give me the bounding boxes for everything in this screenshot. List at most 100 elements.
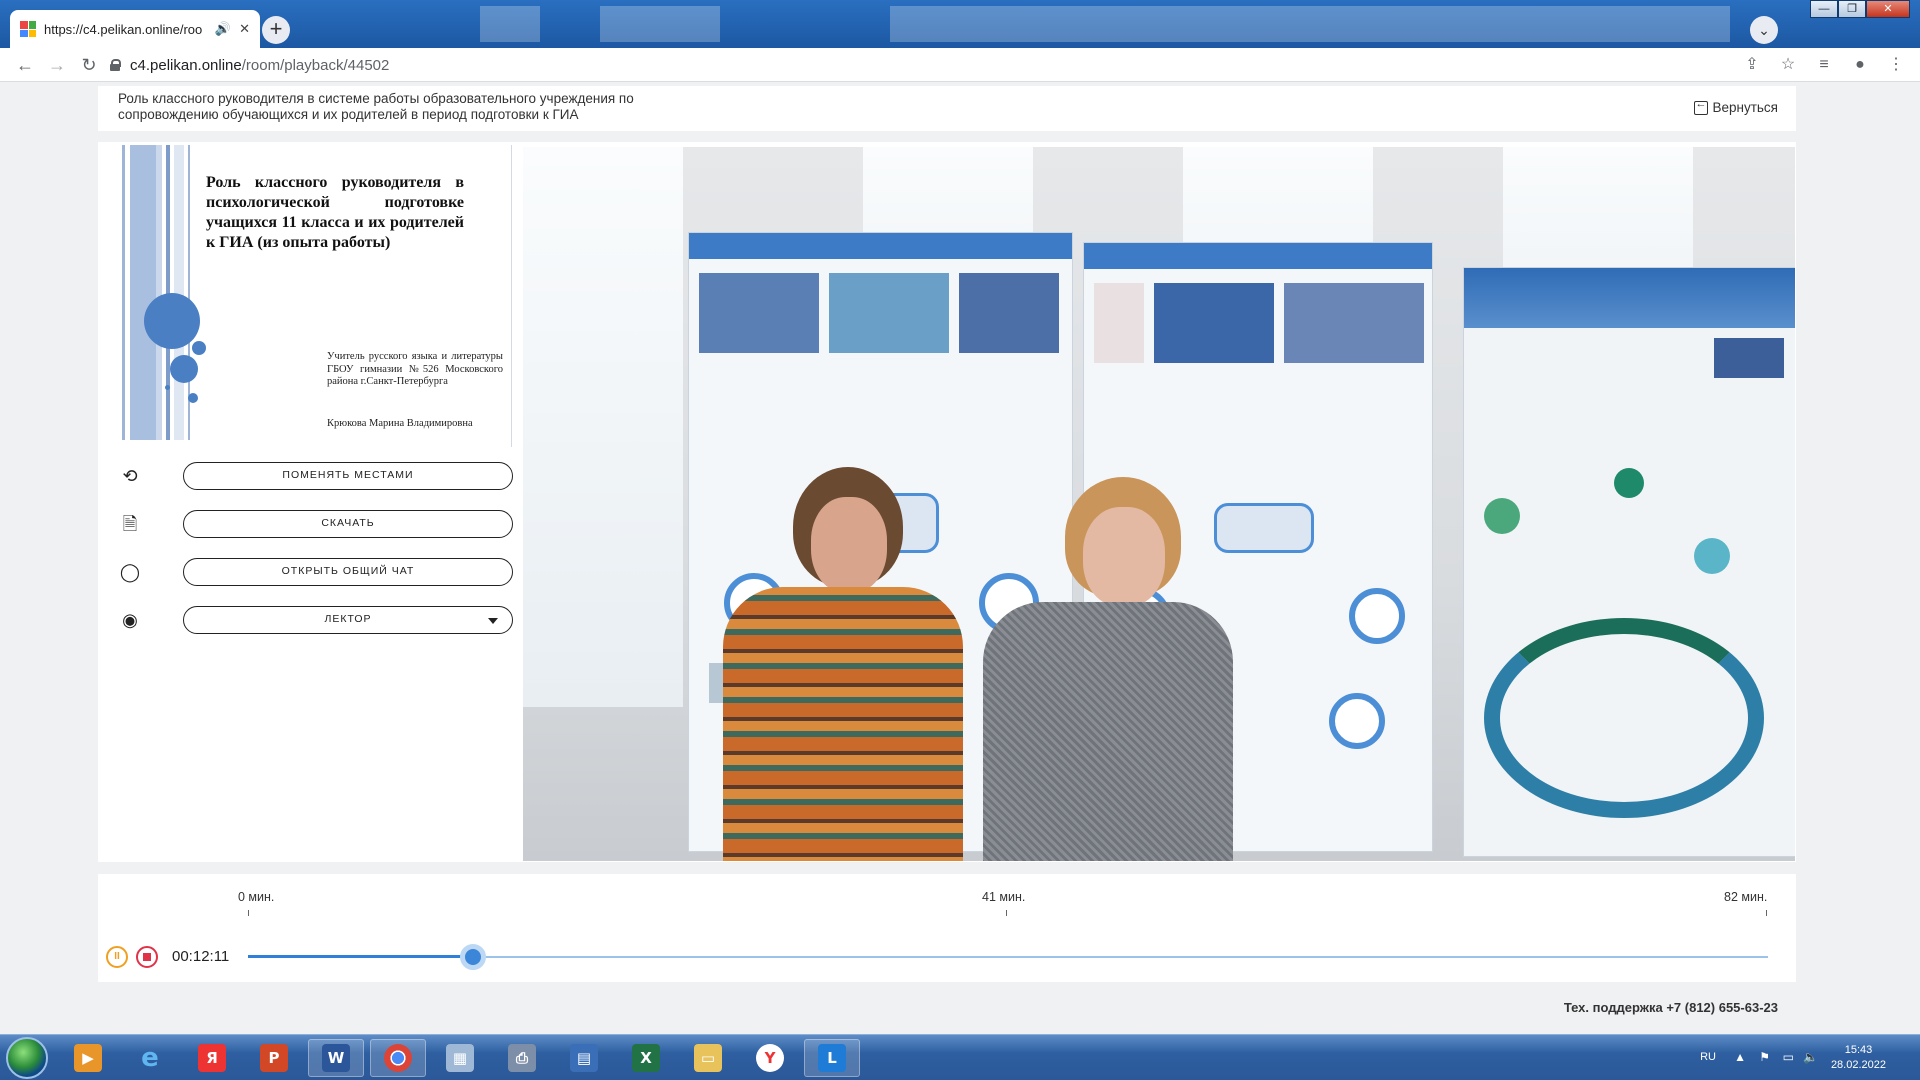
yandex-icon[interactable]: Y bbox=[742, 1039, 798, 1077]
slide-decor-circle bbox=[188, 393, 198, 403]
document-icon: 🗎 bbox=[122, 514, 138, 534]
tick-label: 82 мин. bbox=[1724, 890, 1768, 904]
reading-list-icon[interactable]: ≡ bbox=[1814, 52, 1834, 78]
video-speaker-left bbox=[723, 467, 963, 861]
lecturer-select-value: ЛЕКТОР bbox=[324, 613, 372, 625]
video-window-light bbox=[523, 147, 683, 707]
menu-kebab-icon[interactable]: ⋮ bbox=[1886, 52, 1906, 78]
slide-author: Учитель русского языка и литературы ГБОУ… bbox=[327, 351, 503, 387]
maximize-button[interactable]: ❐ bbox=[1838, 0, 1866, 18]
file-explorer-icon[interactable]: ▭ bbox=[680, 1039, 736, 1077]
url-text: c4.pelikan.online/room/playback/44502 bbox=[130, 56, 390, 74]
slide-presenter-name: Крюкова Марина Владимировна bbox=[327, 418, 473, 429]
slide-decor-circle bbox=[170, 355, 198, 383]
profile-avatar-icon[interactable]: ● bbox=[1850, 52, 1870, 78]
calculator-icon[interactable]: ▦ bbox=[432, 1039, 488, 1077]
lecturer-select[interactable]: ЛЕКТОР bbox=[183, 606, 513, 634]
slide-decor-circle bbox=[165, 385, 170, 390]
video-poster-right bbox=[1463, 267, 1795, 857]
page-content: Роль классного руководителя в системе ра… bbox=[0, 82, 1920, 1034]
slide-decor-circle bbox=[144, 293, 200, 349]
seek-thumb[interactable] bbox=[459, 944, 486, 970]
media-player-icon[interactable]: ▶ bbox=[60, 1039, 116, 1077]
background-window bbox=[600, 6, 720, 42]
tab-title: https://c4.pelikan.online/roo bbox=[44, 21, 203, 37]
seek-progress bbox=[248, 955, 473, 958]
network-icon[interactable]: ▭ bbox=[1783, 1050, 1794, 1064]
download-button[interactable]: СКАЧАТЬ bbox=[183, 510, 513, 538]
slide-title: Роль классного руководителя в психологич… bbox=[206, 174, 464, 251]
windows-taskbar: ▶ e Я P W ▦ ⎙ ▤ X ▭ Y L RU ▲ ⚑ ▭ 🔈 15:43… bbox=[0, 1034, 1920, 1080]
word-icon[interactable]: W bbox=[308, 1039, 364, 1077]
clock-time: 15:43 bbox=[1844, 1044, 1873, 1056]
tab-search-button[interactable]: ⌄ bbox=[1750, 16, 1778, 44]
presentation-slide[interactable]: Роль классного руководителя в психологич… bbox=[122, 145, 512, 447]
address-bar[interactable]: c4.pelikan.online/room/playback/44502 bbox=[110, 51, 1750, 79]
tick-mark bbox=[1766, 910, 1767, 916]
lesson-header: Роль классного руководителя в системе ра… bbox=[98, 86, 1796, 131]
playback-timeline: 0 мин. 41 мин. 82 мин. II 00:12:11 bbox=[98, 874, 1796, 982]
lock-icon bbox=[110, 59, 121, 71]
browser-tab[interactable]: https://c4.pelikan.online/roo 🔊 ✕ bbox=[10, 10, 260, 48]
tick-mark bbox=[1006, 910, 1007, 916]
clock[interactable]: 15:43 28.02.2022 bbox=[1831, 1043, 1886, 1073]
language-indicator[interactable]: RU bbox=[1700, 1051, 1716, 1063]
forward-arrow-icon[interactable]: → bbox=[44, 52, 70, 78]
lecturer-row: ◉ ЛЕКТОР bbox=[118, 606, 513, 634]
chevron-down-icon bbox=[488, 618, 498, 624]
pause-button[interactable]: II bbox=[106, 946, 128, 968]
swap-row: ⟲ ПОМЕНЯТЬ МЕСТАМИ bbox=[118, 462, 513, 490]
minimize-button[interactable]: — bbox=[1810, 0, 1838, 18]
clock-date: 28.02.2022 bbox=[1830, 1059, 1886, 1071]
open-chat-button[interactable]: ОТКРЫТЬ ОБЩИЙ ЧАТ bbox=[183, 558, 513, 586]
close-window-button[interactable]: ✕ bbox=[1866, 0, 1910, 18]
swap-icon: ⟲ bbox=[122, 466, 138, 486]
exit-icon bbox=[1694, 98, 1709, 115]
stop-button[interactable] bbox=[136, 946, 158, 968]
yandex-browser-icon[interactable]: Я bbox=[184, 1039, 240, 1077]
back-label: Вернуться bbox=[1712, 100, 1778, 115]
audio-playing-icon[interactable]: 🔊 bbox=[215, 21, 231, 37]
video-speaker-right bbox=[983, 477, 1243, 861]
new-tab-button[interactable]: + bbox=[262, 16, 290, 44]
current-time: 00:12:11 bbox=[172, 948, 230, 965]
slide-decor-bars bbox=[122, 145, 194, 440]
lesson-title: Роль классного руководителя в системе ра… bbox=[118, 91, 634, 122]
tray-expand-icon[interactable]: ▲ bbox=[1734, 1050, 1746, 1064]
chrome-icon[interactable] bbox=[370, 1039, 426, 1077]
back-arrow-icon[interactable]: ← bbox=[12, 52, 38, 78]
background-window bbox=[480, 6, 540, 42]
bookmark-star-icon[interactable]: ☆ bbox=[1778, 52, 1798, 78]
scanner-icon[interactable]: ⎙ bbox=[494, 1039, 550, 1077]
swap-button[interactable]: ПОМЕНЯТЬ МЕСТАМИ bbox=[183, 462, 513, 490]
back-button[interactable]: Вернуться bbox=[1694, 98, 1778, 115]
tick-mark bbox=[248, 910, 249, 916]
chat-row: ◯ ОТКРЫТЬ ОБЩИЙ ЧАТ bbox=[118, 558, 513, 586]
player-card: Роль классного руководителя в психологич… bbox=[98, 142, 1796, 862]
webcam-icon: ◉ bbox=[122, 610, 138, 630]
action-center-icon[interactable]: ⚑ bbox=[1759, 1050, 1770, 1064]
internet-explorer-icon[interactable]: e bbox=[122, 1039, 178, 1077]
tab-close-icon[interactable]: ✕ bbox=[239, 21, 250, 37]
download-row: 🗎 СКАЧАТЬ bbox=[118, 510, 513, 538]
browser-titlebar: https://c4.pelikan.online/roo 🔊 ✕ + ⌄ — … bbox=[0, 0, 1920, 48]
site-favicon-icon bbox=[20, 21, 36, 37]
chat-icon: ◯ bbox=[119, 562, 141, 582]
reload-icon[interactable]: ↻ bbox=[76, 52, 102, 78]
lync-icon[interactable]: L bbox=[804, 1039, 860, 1077]
excel-icon[interactable]: X bbox=[618, 1039, 674, 1077]
toolbar-actions: ⇪ ☆ ≡ ● ⋮ bbox=[1742, 52, 1906, 78]
share-icon[interactable]: ⇪ bbox=[1742, 52, 1762, 78]
volume-icon[interactable]: 🔈 bbox=[1803, 1050, 1818, 1064]
tick-label: 41 мин. bbox=[982, 890, 1026, 904]
background-window bbox=[890, 6, 1730, 42]
browser-toolbar: ← → ↻ c4.pelikan.online/room/playback/44… bbox=[0, 48, 1920, 82]
start-button[interactable] bbox=[6, 1037, 48, 1079]
app-grid-icon[interactable]: ▤ bbox=[556, 1039, 612, 1077]
tick-label: 0 мин. bbox=[238, 890, 275, 904]
window-controls: — ❐ ✕ bbox=[1810, 0, 1910, 18]
support-phone: Тех. поддержка +7 (812) 655-63-23 bbox=[1563, 1000, 1778, 1015]
lecture-video[interactable] bbox=[523, 147, 1795, 861]
powerpoint-icon[interactable]: P bbox=[246, 1039, 302, 1077]
slide-decor-circle bbox=[192, 341, 206, 355]
